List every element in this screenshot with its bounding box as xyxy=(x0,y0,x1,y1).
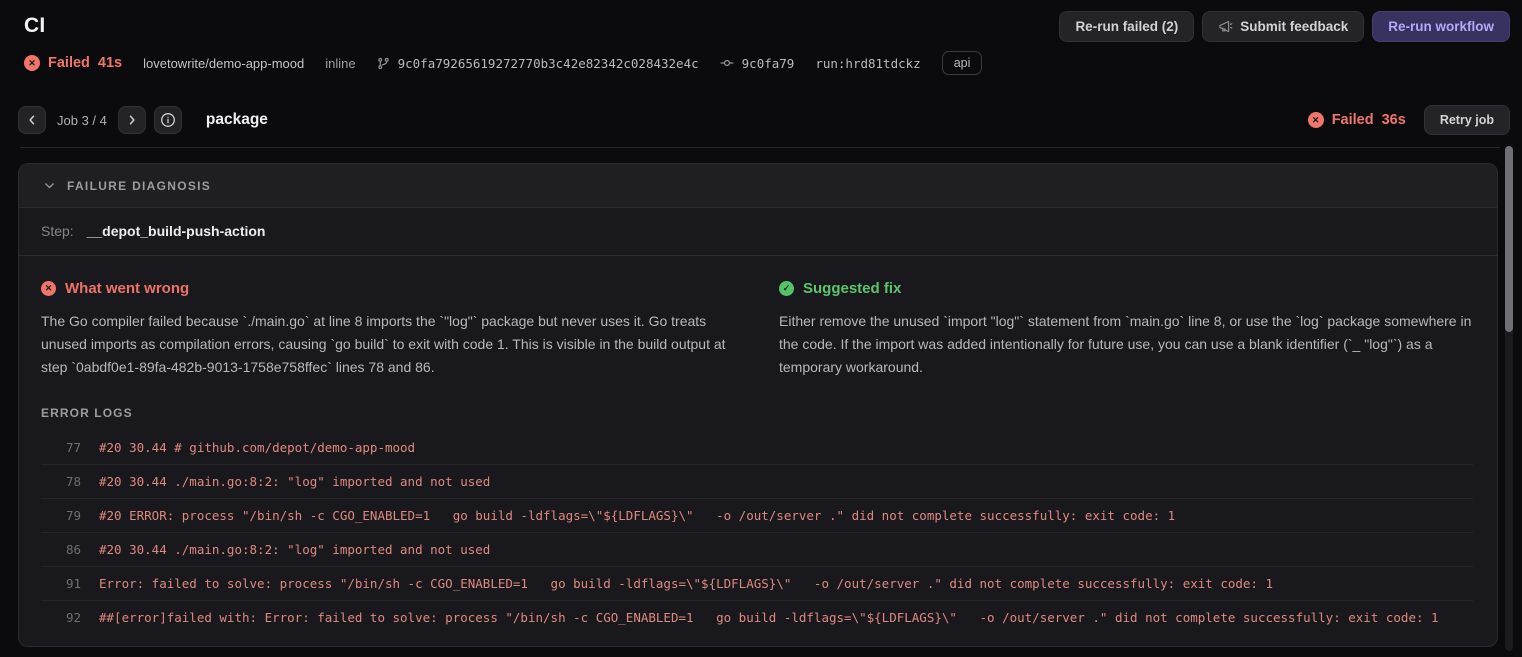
log-line-number: 78 xyxy=(41,474,81,489)
job-duration: 36s xyxy=(1382,112,1406,128)
log-row: 86 #20 30.44 ./main.go:8:2: "log" import… xyxy=(41,532,1473,566)
scrollbar-track[interactable] xyxy=(1505,146,1513,651)
what-went-wrong-title: What went wrong xyxy=(65,280,189,297)
chevron-right-icon xyxy=(126,114,138,126)
rerun-failed-label: Re-run failed (2) xyxy=(1075,19,1178,34)
what-went-wrong-section: ✕ What went wrong The Go compiler failed… xyxy=(41,280,735,379)
failure-diagnosis-title: FAILURE DIAGNOSIS xyxy=(67,179,211,193)
commit-short-group[interactable]: 9c0fa79 xyxy=(720,56,795,71)
trigger-label: inline xyxy=(325,56,355,71)
chevron-left-icon xyxy=(26,114,38,126)
rerun-failed-button[interactable]: Re-run failed (2) xyxy=(1059,11,1194,42)
suggested-fix-heading: ✓ Suggested fix xyxy=(779,280,1473,297)
step-row: Step: __depot_build-push-action xyxy=(19,208,1497,256)
retry-job-button[interactable]: Retry job xyxy=(1424,105,1510,135)
next-job-button[interactable] xyxy=(118,106,146,134)
scrollbar-thumb[interactable] xyxy=(1505,146,1513,332)
log-row: 79 #20 ERROR: process "/bin/sh -c CGO_EN… xyxy=(41,498,1473,532)
retry-job-label: Retry job xyxy=(1440,113,1494,127)
log-line-number: 92 xyxy=(41,610,81,625)
job-bar: Job 3 / 4 package ✕ Failed 36s Retry job xyxy=(0,101,1522,139)
commit-full-group[interactable]: 9c0fa79265619272770b3c42e82342c028432e4c xyxy=(377,56,699,71)
suggested-fix-section: ✓ Suggested fix Either remove the unused… xyxy=(779,280,1473,379)
api-badge: api xyxy=(942,51,983,75)
log-line-number: 91 xyxy=(41,576,81,591)
chevron-down-icon xyxy=(43,179,56,192)
page-title: CI xyxy=(24,14,45,38)
rerun-workflow-button[interactable]: Re-run workflow xyxy=(1372,11,1510,42)
log-line-number: 79 xyxy=(41,508,81,523)
top-actions: Re-run failed (2) Submit feedback Re-run… xyxy=(1059,11,1510,42)
log-line-text: #20 30.44 # github.com/depot/demo-app-mo… xyxy=(99,440,415,455)
failure-diagnosis-header[interactable]: FAILURE DIAGNOSIS xyxy=(19,164,1497,208)
log-line-text: Error: failed to solve: process "/bin/sh… xyxy=(99,576,1273,591)
log-line-text: #20 30.44 ./main.go:8:2: "log" imported … xyxy=(99,542,490,557)
job-counter: Job 3 / 4 xyxy=(57,113,107,128)
log-line-text: ##[error]failed with: Error: failed to s… xyxy=(99,610,1439,625)
commit-hash-full: 9c0fa79265619272770b3c42e82342c028432e4c xyxy=(398,56,699,71)
run-id: run:hrd81tdckz xyxy=(815,56,920,71)
error-logs-list: 77 #20 30.44 # github.com/depot/demo-app… xyxy=(41,431,1473,634)
submit-feedback-label: Submit feedback xyxy=(1240,19,1348,34)
error-x-circle-icon: ✕ xyxy=(41,281,56,296)
job-info-button[interactable] xyxy=(154,106,182,134)
megaphone-icon xyxy=(1218,19,1233,34)
job-bar-right: ✕ Failed 36s Retry job xyxy=(1308,105,1510,135)
log-line-text: #20 ERROR: process "/bin/sh -c CGO_ENABL… xyxy=(99,508,1175,523)
what-went-wrong-heading: ✕ What went wrong xyxy=(41,280,735,297)
repo-link[interactable]: lovetowrite/demo-app-mood xyxy=(143,56,304,71)
job-failed-x-circle-icon: ✕ xyxy=(1308,112,1324,128)
log-row: 77 #20 30.44 # github.com/depot/demo-app… xyxy=(41,431,1473,464)
job-name: package xyxy=(206,111,268,129)
log-row: 92 ##[error]failed with: Error: failed t… xyxy=(41,600,1473,634)
log-line-text: #20 30.44 ./main.go:8:2: "log" imported … xyxy=(99,474,490,489)
log-line-number: 77 xyxy=(41,440,81,455)
workflow-duration: 41s xyxy=(98,55,122,71)
failure-diagnosis-panel: FAILURE DIAGNOSIS Step: __depot_build-pu… xyxy=(18,163,1498,647)
job-state-label: Failed xyxy=(1332,112,1374,128)
step-label: Step: xyxy=(41,223,74,239)
failed-x-circle-icon: ✕ xyxy=(24,55,40,71)
prev-job-button[interactable] xyxy=(18,106,46,134)
content-divider xyxy=(20,147,1500,148)
workflow-status: ✕ Failed 41s xyxy=(24,55,122,71)
log-row: 78 #20 30.44 ./main.go:8:2: "log" import… xyxy=(41,464,1473,498)
suggested-fix-body: Either remove the unused `import "log"` … xyxy=(779,310,1473,379)
git-commit-icon xyxy=(720,56,734,70)
top-bar: CI Re-run failed (2) Submit feedback Re-… xyxy=(0,0,1522,46)
error-logs-title: ERROR LOGS xyxy=(41,406,1473,420)
log-row: 91 Error: failed to solve: process "/bin… xyxy=(41,566,1473,600)
check-circle-icon: ✓ xyxy=(779,281,794,296)
job-status: ✕ Failed 36s xyxy=(1308,112,1406,128)
step-name: __depot_build-push-action xyxy=(87,223,266,239)
workflow-status-bar: ✕ Failed 41s lovetowrite/demo-app-mood i… xyxy=(0,48,1522,78)
workflow-state-label: Failed xyxy=(48,55,90,71)
rerun-workflow-label: Re-run workflow xyxy=(1388,19,1494,34)
diagnosis-columns: ✕ What went wrong The Go compiler failed… xyxy=(19,256,1497,379)
log-line-number: 86 xyxy=(41,542,81,557)
submit-feedback-button[interactable]: Submit feedback xyxy=(1202,11,1364,42)
commit-hash-short: 9c0fa79 xyxy=(742,56,795,71)
what-went-wrong-body: The Go compiler failed because `./main.g… xyxy=(41,310,735,379)
git-branch-icon xyxy=(377,57,390,70)
suggested-fix-title: Suggested fix xyxy=(803,280,901,297)
info-circle-icon xyxy=(160,112,176,128)
